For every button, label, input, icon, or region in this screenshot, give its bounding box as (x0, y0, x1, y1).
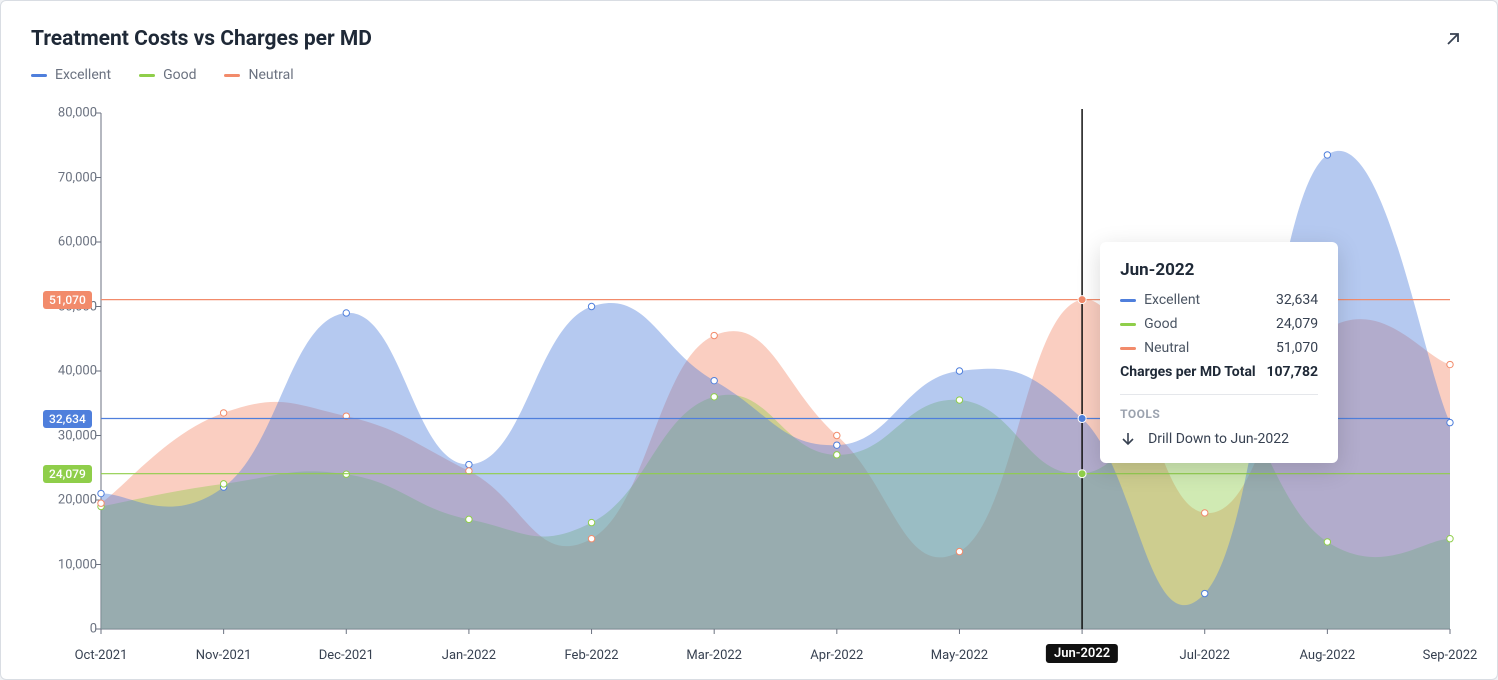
y-tick-label: 80,000 (58, 106, 97, 121)
axis-badge-good: 24,079 (43, 465, 92, 483)
tooltip-total-value: 107,782 (1266, 364, 1318, 380)
tooltip-row: Neutral 51,070 (1120, 340, 1318, 356)
x-tick-label: Apr-2022 (810, 648, 863, 663)
x-tick-label: Feb-2022 (564, 648, 618, 663)
x-tick-label: May-2022 (931, 648, 988, 663)
tooltip-series-value: 32,634 (1276, 292, 1318, 308)
tooltip-row: Good 24,079 (1120, 316, 1318, 332)
tooltip: Jun-2022 Excellent 32,634 Good 24,079 Ne… (1100, 242, 1338, 463)
legend-label: Neutral (248, 67, 293, 83)
tooltip-tools-label: TOOLS (1120, 407, 1318, 421)
legend-swatch (31, 74, 47, 77)
x-tick-label: Sep-2022 (1423, 648, 1478, 663)
y-tick-label: 20,000 (58, 493, 97, 508)
drilldown-icon (1120, 431, 1136, 447)
y-tick-label: 30,000 (58, 428, 97, 443)
legend: Excellent Good Neutral (31, 67, 294, 83)
chart-card: Treatment Costs vs Charges per MD Excell… (0, 0, 1498, 680)
tooltip-swatch (1120, 323, 1136, 326)
x-tick-label: Aug-2022 (1300, 648, 1356, 663)
drilldown-button[interactable]: Drill Down to Jun-2022 (1120, 431, 1289, 447)
chart-title: Treatment Costs vs Charges per MD (31, 27, 372, 51)
tooltip-row: Excellent 32,634 (1120, 292, 1318, 308)
legend-swatch (224, 74, 240, 77)
axis-badge-neutral: 51,070 (43, 291, 92, 309)
y-tick-label: 0 (90, 622, 97, 637)
card-header: Treatment Costs vs Charges per MD (31, 25, 1467, 53)
x-tick-label: Dec-2021 (319, 648, 374, 663)
legend-item-excellent[interactable]: Excellent (31, 67, 111, 83)
x-tick-label: Jun-2022 (1046, 644, 1118, 663)
x-tick-label: Mar-2022 (686, 648, 742, 663)
tooltip-swatch (1120, 347, 1136, 350)
y-tick-label: 70,000 (58, 170, 97, 185)
x-tick-label: Jan-2022 (442, 648, 496, 663)
y-tick-label: 10,000 (58, 557, 97, 572)
tooltip-swatch (1120, 299, 1136, 302)
tooltip-series-value: 24,079 (1276, 316, 1318, 332)
tooltip-total: Charges per MD Total 107,782 (1120, 364, 1318, 395)
drilldown-label: Drill Down to Jun-2022 (1148, 431, 1289, 447)
legend-label: Good (163, 67, 196, 83)
expand-icon (1443, 29, 1463, 49)
legend-item-good[interactable]: Good (139, 67, 196, 83)
chart-overlay: 010,00020,00030,00040,00050,00060,00070,… (31, 101, 1462, 659)
legend-swatch (139, 74, 155, 77)
axis-badge-excellent: 32,634 (43, 410, 92, 428)
tooltip-series-value: 51,070 (1276, 340, 1318, 356)
x-tick-label: Jul-2022 (1180, 648, 1230, 663)
x-tick-label: Oct-2021 (75, 648, 128, 663)
tooltip-total-label: Charges per MD Total (1120, 364, 1256, 380)
tooltip-series-label: Excellent (1144, 292, 1268, 308)
x-tick-label: Nov-2021 (196, 648, 252, 663)
y-tick-label: 40,000 (58, 364, 97, 379)
expand-button[interactable] (1439, 25, 1467, 53)
plot-area[interactable]: 010,00020,00030,00040,00050,00060,00070,… (31, 101, 1462, 659)
tooltip-title: Jun-2022 (1120, 260, 1318, 280)
y-tick-label: 60,000 (58, 235, 97, 250)
legend-label: Excellent (55, 67, 111, 83)
tooltip-series-label: Neutral (1144, 340, 1268, 356)
legend-item-neutral[interactable]: Neutral (224, 67, 293, 83)
tooltip-series-label: Good (1144, 316, 1268, 332)
